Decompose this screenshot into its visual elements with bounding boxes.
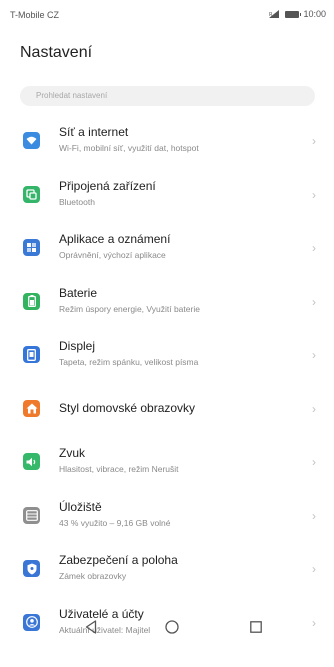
- settings-item-security[interactable]: Zabezpečení a poloha Zámek obrazovky ›: [0, 543, 334, 597]
- chevron-right-icon: ›: [312, 241, 316, 255]
- status-bar: T-Mobile CZ R 10:00: [0, 0, 334, 30]
- settings-item-devices[interactable]: Připojená zařízení Bluetooth ›: [0, 169, 334, 223]
- settings-item-storage[interactable]: Úložiště 43 % využito – 9,16 GB volné ›: [0, 490, 334, 544]
- settings-item-label: Síť a internet: [59, 125, 129, 139]
- settings-list: Síť a internet Wi-Fi, mobilní síť, využi…: [0, 115, 334, 650]
- settings-item-label: Zabezpečení a poloha: [59, 553, 178, 567]
- battery-status-icon: [285, 10, 302, 18]
- settings-item-label: Displej: [59, 339, 96, 353]
- connected-devices-icon: [23, 185, 40, 203]
- settings-item-label: Připojená zařízení: [59, 178, 156, 193]
- settings-item-label: Baterie: [59, 285, 98, 300]
- settings-item-battery[interactable]: Baterie Režim úspory energie, Využití ba…: [0, 276, 334, 330]
- settings-item-sound[interactable]: Zvuk Hlasitost, vibrace, režim Nerušit ›: [0, 436, 334, 490]
- chevron-right-icon: ›: [312, 294, 316, 309]
- settings-item-network[interactable]: Síť a internet Wi-Fi, mobilní síť, využi…: [0, 115, 334, 169]
- settings-item-sub: Režim úspory energie, Využití baterie: [59, 303, 200, 314]
- svg-text:R: R: [269, 12, 273, 18]
- chevron-right-icon: ›: [312, 348, 316, 362]
- settings-item-sub: Oprávnění, výchozí aplikace: [59, 250, 166, 260]
- clock: 10:00: [303, 9, 326, 19]
- apps-icon: [23, 239, 40, 256]
- signal-icon: R: [269, 10, 281, 18]
- settings-item-apps[interactable]: Aplikace a oznámení Oprávnění, výchozí a…: [0, 222, 334, 276]
- battery-icon: [23, 292, 40, 310]
- storage-icon: [23, 506, 40, 524]
- settings-item-sub: Tapeta, režim spánku, velikost písma: [59, 357, 199, 367]
- search-input[interactable]: Prohledat nastavení: [20, 86, 315, 106]
- settings-item-display[interactable]: Displej Tapeta, režim spánku, velikost p…: [0, 329, 334, 383]
- status-icons: R 10:00: [269, 9, 326, 19]
- settings-item-label: Úložiště: [59, 499, 102, 514]
- display-icon: [23, 346, 40, 363]
- settings-item-label: Styl domovské obrazovky: [59, 400, 196, 415]
- wifi-icon: [23, 132, 40, 149]
- settings-item-label: Aplikace a oznámení: [59, 232, 171, 246]
- chevron-right-icon: ›: [312, 562, 316, 576]
- settings-item-sub: 43 % využito – 9,16 GB volné: [59, 517, 171, 528]
- settings-item-sub: Zámek obrazovky: [59, 571, 127, 581]
- home-button-icon[interactable]: [161, 616, 183, 638]
- settings-item-home-style[interactable]: Styl domovské obrazovky ›: [0, 383, 334, 437]
- recent-apps-icon[interactable]: [245, 616, 267, 638]
- home-icon: [23, 399, 40, 417]
- speaker-icon: [23, 453, 40, 470]
- settings-item-sub: Hlasitost, vibrace, režim Nerušit: [59, 464, 179, 474]
- chevron-right-icon: ›: [312, 455, 316, 469]
- chevron-right-icon: ›: [312, 401, 316, 416]
- chevron-right-icon: ›: [312, 508, 316, 523]
- navigation-bar: [0, 612, 334, 642]
- page-title: Nastavení: [20, 44, 93, 61]
- settings-item-sub: Wi-Fi, mobilní síť, využití dat, hotspot: [59, 143, 199, 153]
- chevron-right-icon: ›: [312, 134, 316, 148]
- carrier-name: T-Mobile CZ: [10, 10, 60, 20]
- settings-item-sub: Bluetooth: [59, 196, 95, 207]
- settings-item-label: Zvuk: [59, 446, 86, 460]
- back-icon[interactable]: [80, 616, 102, 638]
- chevron-right-icon: ›: [312, 187, 316, 202]
- shield-icon: [23, 560, 40, 577]
